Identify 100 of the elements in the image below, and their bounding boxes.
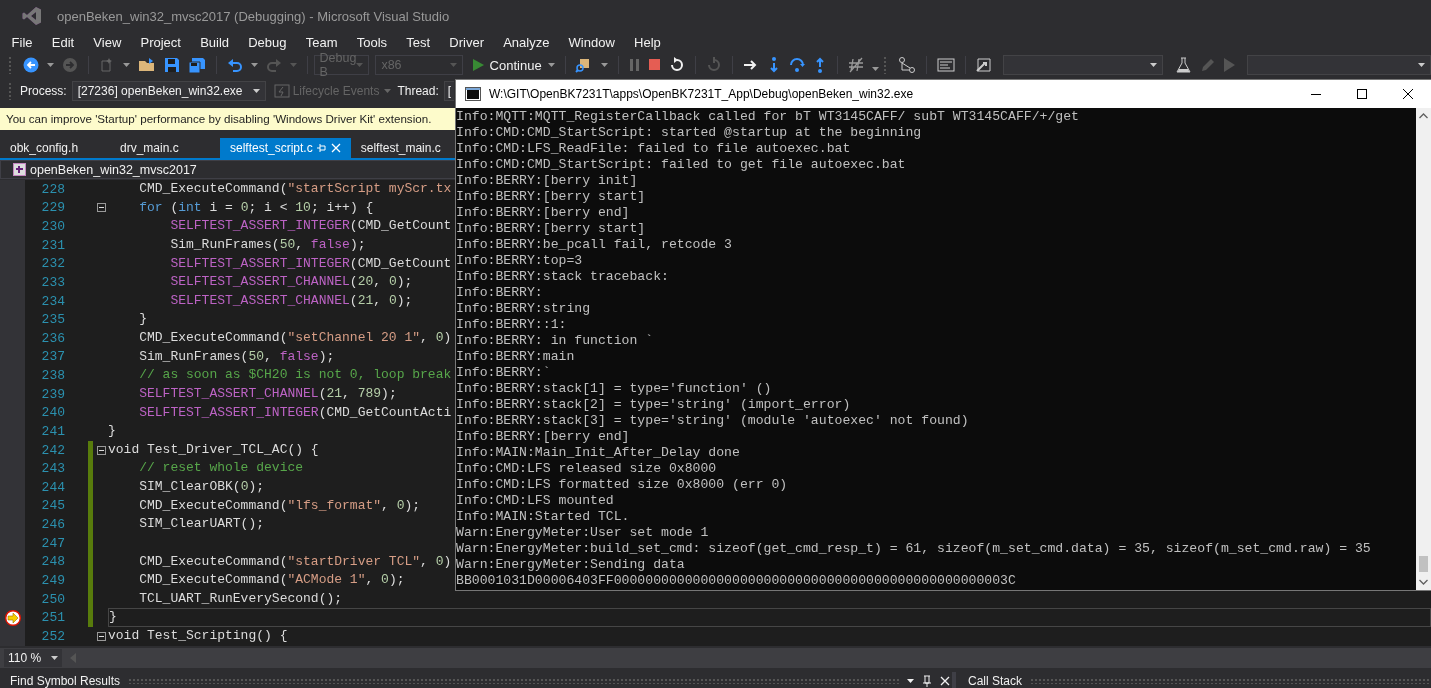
code-line: CMD_ExecuteCommand("lfs_format", 0); <box>138 497 421 513</box>
console-line: Info:BERRY:[berry start] <box>456 221 646 236</box>
menu-item[interactable]: Debug <box>238 34 297 50</box>
line-number: 250 <box>40 591 65 607</box>
open-folder-icon[interactable] <box>137 57 156 73</box>
back-icon[interactable] <box>23 57 40 73</box>
caret-icon[interactable] <box>871 67 879 71</box>
thread-dropdown[interactable]: [ <box>443 81 454 101</box>
code-line: SELFTEST_ASSERT_INTEGER(CMD_GetCountActi <box>138 404 452 420</box>
console-line: Info:MQTT:MQTT_RegisterCallback called for bT WT3145CAFF/ subT WT3145CAFF/+/get <box>456 109 1079 124</box>
code-line: CMD_ExecuteCommand("setChannel 20 1", 0) <box>138 330 452 345</box>
caret-icon[interactable] <box>907 679 914 683</box>
console-line: Info:BERRY:[berry init] <box>456 173 638 188</box>
restart-icon[interactable] <box>669 57 686 73</box>
zoom-dropdown[interactable]: 110 % <box>4 649 62 667</box>
line-number: 231 <box>40 237 65 253</box>
console-line: Info:CMD:LFS mounted <box>456 493 614 508</box>
play-icon <box>472 59 484 71</box>
console-line: Info:BERRY:` <box>456 365 551 380</box>
caret-icon[interactable] <box>1418 63 1426 67</box>
pin-icon[interactable] <box>922 675 932 687</box>
console-line: Info:BERRY:[berry end] <box>456 205 630 220</box>
code-line: void Test_Driver_TCL_AC() { <box>108 441 319 457</box>
window-title: openBeken_win32_mvsc2017 (Debugging) - Microsoft Visual Studio <box>57 8 450 24</box>
line-number: 240 <box>40 405 65 421</box>
caret-icon[interactable] <box>122 63 130 67</box>
caret-icon[interactable] <box>51 656 58 660</box>
console-title: W:\GIT\OpenBK7231T\apps\OpenBK7231T_App\Debug\openBeken_win32.exe <box>489 87 915 101</box>
menu-item[interactable]: Help <box>624 34 671 50</box>
flask-icon[interactable] <box>1174 57 1193 73</box>
caret-icon[interactable] <box>1149 63 1157 67</box>
console-line: Warn:EnergyMeter:build_set_cmd: sizeof(get_cmd_resp_t) = 61, sizeof(m_set_cmd.data) = 35, sizeof(m_set_cmd.raw) = 35 <box>456 541 1371 556</box>
console-line: Info:BERRY:be_pcall fail, retcode 3 <box>456 237 732 252</box>
line-number: 239 <box>40 386 65 402</box>
code-line: SELFTEST_ASSERT_CHANNEL(21, 0); <box>169 292 413 308</box>
process-dropdown[interactable]: [27236] openBeken_win32.exe <box>71 81 266 101</box>
collapse-icon[interactable] <box>96 631 106 641</box>
code-line: CMD_ExecuteCommand("startScript myScr.tx <box>138 181 452 196</box>
console-line: Info:BERRY:stack[3] = type='string' (module 'autoexec' not found) <box>456 413 969 428</box>
menu-item[interactable]: File <box>2 34 43 50</box>
continue-button[interactable]: Continue <box>468 55 559 75</box>
caret-icon[interactable] <box>250 63 258 67</box>
code-line: Sim_RunFrames(50, false); <box>169 236 366 252</box>
caret-icon[interactable] <box>47 63 55 67</box>
project-icon <box>13 163 26 176</box>
undo-icon[interactable] <box>226 57 243 73</box>
editor-tab[interactable]: obk_config.h <box>0 138 110 158</box>
menu-item[interactable]: Project <box>130 34 191 50</box>
code-line: SELFTEST_ASSERT_INTEGER(CMD_GetCount <box>169 218 452 234</box>
step-over-icon[interactable] <box>788 57 805 73</box>
line-number: 245 <box>40 498 65 514</box>
console-line: Info:BERRY:[berry end] <box>456 429 630 444</box>
caret-icon[interactable] <box>252 89 260 93</box>
caret-icon[interactable] <box>601 63 609 67</box>
console-line: Info:MAIN:Main_Init_After_Delay done <box>456 445 740 460</box>
line-number: 248 <box>40 554 65 570</box>
menu-item[interactable]: Team <box>296 34 348 50</box>
console-line: Info:BERRY::1: <box>456 317 567 332</box>
console-line: Info:BERRY: in function ` <box>456 333 654 348</box>
info-bar-message: You can improve 'Startup' performance by disabling 'Windows Driver Kit' extension. <box>6 112 432 125</box>
menu-item[interactable]: Analyze <box>493 34 559 50</box>
stop-icon[interactable] <box>649 59 662 71</box>
console-line: Info:BERRY:main <box>456 349 575 364</box>
panel-title: Call Stack <box>968 674 1023 688</box>
editor-tab[interactable]: drv_main.c <box>110 138 220 158</box>
console-line: Info:BERRY:[berry start] <box>456 189 646 204</box>
console-line: Info:CMD:LFS_ReadFile: failed to file autoexec.bat <box>456 141 851 156</box>
collapse-icon[interactable] <box>96 203 106 213</box>
menu-item[interactable]: Test <box>396 34 440 50</box>
console-line: Info:MAIN:Started TCL. <box>456 509 630 524</box>
hexadecimal-icon[interactable] <box>847 57 864 73</box>
branch-icon[interactable] <box>897 57 916 73</box>
save-icon[interactable] <box>163 57 180 73</box>
console-icon <box>465 87 481 101</box>
thread-label: Thread: <box>397 84 439 98</box>
window-icon[interactable] <box>936 57 955 73</box>
save-all-icon[interactable] <box>187 57 206 73</box>
menu-item[interactable]: View <box>83 34 131 50</box>
line-number: 234 <box>40 293 65 309</box>
menu-item[interactable]: Driver <box>439 34 494 50</box>
attach-icon[interactable] <box>975 57 994 73</box>
console-line: Warn:EnergyMeter:User set mode 1 <box>456 525 709 540</box>
scroll-thumb[interactable] <box>1419 556 1428 572</box>
line-number: 252 <box>40 628 65 644</box>
collapse-icon[interactable] <box>96 445 106 455</box>
panel-title: Find Symbol Results <box>10 674 121 688</box>
project-name: openBeken_win32_mvsc2017 <box>30 162 197 177</box>
line-number: 243 <box>40 461 65 477</box>
caret-icon[interactable] <box>547 63 555 67</box>
code-line: } <box>138 311 147 327</box>
close-icon[interactable] <box>940 676 950 686</box>
pause-icon[interactable] <box>629 59 642 71</box>
menu-item[interactable]: Window <box>559 34 625 50</box>
menu-item[interactable]: Edit <box>42 34 84 50</box>
editor-tab[interactable]: selftest_main.c <box>350 138 445 158</box>
menu-item[interactable]: Tools <box>347 34 397 50</box>
code-line: // reset whole device <box>138 460 304 476</box>
menu-item[interactable]: Build <box>190 34 239 50</box>
code-line: CMD_ExecuteCommand("startDriver TCL", 0) <box>138 553 452 569</box>
console-line: Info:BERRY:stack[2] = type='string' (import_error) <box>456 397 851 412</box>
